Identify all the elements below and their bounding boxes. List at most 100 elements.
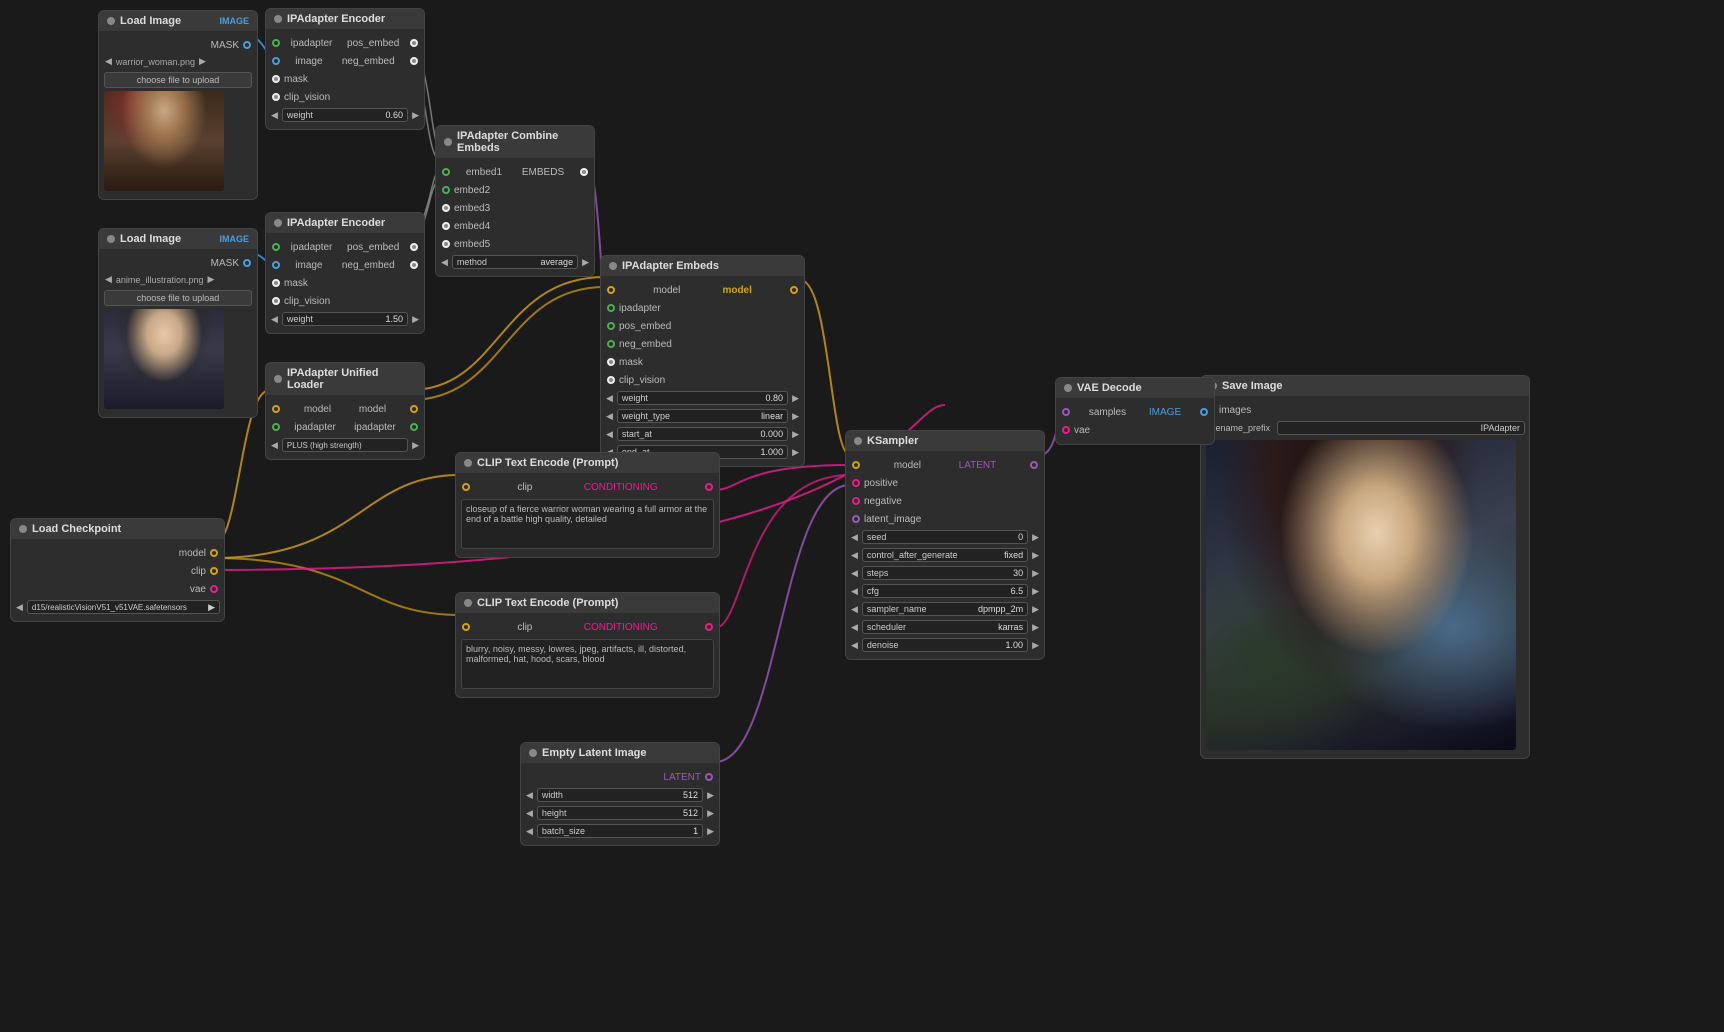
model-emb-out[interactable] [790,286,798,294]
model-dropdown[interactable]: d15/realisticVisionV51_v51VAE.safetensor… [27,600,220,614]
clip-vision-emb-in[interactable] [607,376,615,384]
samples-2-in[interactable] [1062,408,1070,416]
seed-track[interactable]: seed 0 [862,530,1028,544]
latent-ks-in[interactable] [852,515,860,523]
positive-prompt[interactable]: closeup of a fierce warrior woman wearin… [461,499,714,549]
ipadapter-in[interactable] [272,39,280,47]
width-left[interactable]: ◀ [525,790,534,801]
embed1-in[interactable] [442,168,450,176]
weight-emb-right[interactable]: ▶ [791,393,800,404]
preset-right[interactable]: ▶ [411,440,420,451]
method-right[interactable]: ▶ [581,257,590,268]
scheduler-left[interactable]: ◀ [850,622,859,633]
latent-out[interactable] [705,773,713,781]
pos-emb-in[interactable] [607,322,615,330]
clip-cond-in2[interactable] [462,623,470,631]
upload-button[interactable]: choose file to upload [104,72,252,88]
negative-prompt[interactable]: blurry, noisy, messy, lowres, jpeg, arti… [461,639,714,689]
model-port[interactable] [210,549,218,557]
denoise-left[interactable]: ◀ [850,640,859,651]
height-track[interactable]: height 512 [537,806,703,820]
model-out-u[interactable] [410,405,418,413]
embed5-in[interactable] [442,240,450,248]
weight-track[interactable]: weight 0.60 [282,108,408,122]
control-left[interactable]: ◀ [850,550,859,561]
method-track[interactable]: method average [452,255,578,269]
right-arrow[interactable]: ▶ [198,56,207,67]
denoise-right[interactable]: ▶ [1031,640,1040,651]
steps-right[interactable]: ▶ [1031,568,1040,579]
width-track[interactable]: width 512 [537,788,703,802]
scheduler-track[interactable]: scheduler karras [862,620,1028,634]
control-right[interactable]: ▶ [1031,550,1040,561]
weight-emb-track[interactable]: weight 0.80 [617,391,788,405]
attn-mask-in[interactable] [607,358,615,366]
end-right[interactable]: ▶ [791,447,800,458]
width-right[interactable]: ▶ [706,790,715,801]
ipadapter-emb-in[interactable] [607,304,615,312]
embed4-in[interactable] [442,222,450,230]
neg-emb-in[interactable] [607,340,615,348]
height-right[interactable]: ▶ [706,808,715,819]
batch-left[interactable]: ◀ [525,826,534,837]
weight-emb-left[interactable]: ◀ [605,393,614,404]
weight-track2[interactable]: weight 1.50 [282,312,408,326]
mask-in[interactable] [272,75,280,83]
sampler-left[interactable]: ◀ [850,604,859,615]
latent-ks-out[interactable] [1030,461,1038,469]
weight-type-track[interactable]: weight_type linear [617,409,788,423]
embeds-out[interactable] [580,168,588,176]
weight-right2[interactable]: ▶ [411,314,420,325]
preset-left[interactable]: ◀ [270,440,279,451]
pos-embed-out2[interactable] [410,243,418,251]
cfg-left[interactable]: ◀ [850,586,859,597]
sampler-track[interactable]: sampler_name dpmpp_2m [862,602,1028,616]
start-left[interactable]: ◀ [605,429,614,440]
clip-cond-in[interactable] [462,483,470,491]
neg-embed-out2[interactable] [410,261,418,269]
scheduler-right[interactable]: ▶ [1031,622,1040,633]
positive-ks-in[interactable] [852,479,860,487]
model-in-u[interactable] [272,405,280,413]
weight-right[interactable]: ▶ [411,110,420,121]
control-track[interactable]: control_after_generate fixed [862,548,1028,562]
embed3-in[interactable] [442,204,450,212]
model-left[interactable]: ◀ [15,602,24,613]
clip-vision-in[interactable] [272,93,280,101]
seed-left[interactable]: ◀ [850,532,859,543]
conditioning-out[interactable] [705,483,713,491]
neg-embed-out[interactable] [410,57,418,65]
embed2-in[interactable] [442,186,450,194]
ipadapter-out-u[interactable] [410,423,418,431]
mask-port2[interactable] [243,259,251,267]
height-left[interactable]: ◀ [525,808,534,819]
seed-right[interactable]: ▶ [1031,532,1040,543]
left-arrow2[interactable]: ◀ [104,274,113,285]
mask-in2[interactable] [272,279,280,287]
wtype-left[interactable]: ◀ [605,411,614,422]
start-at-track[interactable]: start_at 0.000 [617,427,788,441]
batch-right[interactable]: ▶ [706,826,715,837]
sampler-right[interactable]: ▶ [1031,604,1040,615]
pos-embed-out[interactable] [410,39,418,47]
ipadapter-in2[interactable] [272,243,280,251]
conditioning-out2[interactable] [705,623,713,631]
negative-ks-in[interactable] [852,497,860,505]
left-arrow[interactable]: ◀ [104,56,113,67]
preset-dropdown[interactable]: PLUS (high strength) [282,438,408,452]
clip-vision-in2[interactable] [272,297,280,305]
method-left[interactable]: ◀ [440,257,449,268]
clip-port[interactable] [210,567,218,575]
image-in2[interactable] [272,261,280,269]
cfg-right[interactable]: ▶ [1031,586,1040,597]
image-vae-out-2[interactable] [1200,408,1208,416]
image-in[interactable] [272,57,280,65]
steps-left[interactable]: ◀ [850,568,859,579]
weight-left[interactable]: ◀ [270,110,279,121]
model-ks-in[interactable] [852,461,860,469]
vae-port[interactable] [210,585,218,593]
weight-left2[interactable]: ◀ [270,314,279,325]
upload-button2[interactable]: choose file to upload [104,290,252,306]
model-emb-in[interactable] [607,286,615,294]
batch-track[interactable]: batch_size 1 [537,824,703,838]
